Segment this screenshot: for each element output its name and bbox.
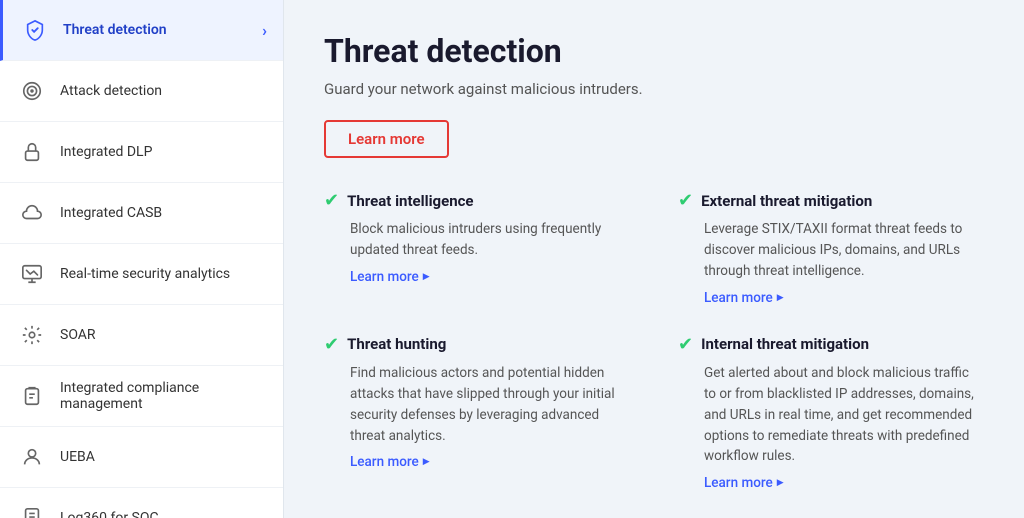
target-icon bbox=[16, 75, 48, 107]
feature-threat-intelligence: ✔ Threat intelligence Block malicious in… bbox=[324, 190, 630, 306]
sidebar-item-label: Attack detection bbox=[60, 83, 267, 99]
main-content: Threat detection Guard your network agai… bbox=[284, 0, 1024, 518]
sidebar-item-integrated-casb[interactable]: Integrated CASB bbox=[0, 183, 283, 244]
sidebar-item-label: Integrated compliance management bbox=[60, 380, 267, 412]
sidebar-item-label: Integrated DLP bbox=[60, 144, 267, 160]
clipboard-icon bbox=[16, 380, 48, 412]
page-title: Threat detection bbox=[324, 32, 984, 70]
page-subtitle: Guard your network against malicious int… bbox=[324, 80, 984, 98]
sidebar-item-label: UEBA bbox=[60, 449, 267, 465]
feature-title: External threat mitigation bbox=[701, 192, 872, 210]
features-grid: ✔ Threat intelligence Block malicious in… bbox=[324, 190, 984, 491]
sidebar-item-soar[interactable]: SOAR bbox=[0, 305, 283, 366]
feature-learn-more-link[interactable]: Learn more bbox=[678, 290, 984, 306]
sidebar-item-threat-detection[interactable]: Threat detection › bbox=[0, 0, 283, 61]
feature-header: ✔ Threat hunting bbox=[324, 334, 630, 355]
feature-description: Block malicious intruders using frequent… bbox=[324, 219, 630, 261]
check-icon: ✔ bbox=[324, 190, 339, 211]
sidebar-item-label: Threat detection bbox=[63, 22, 250, 38]
feature-title: Threat hunting bbox=[347, 335, 446, 353]
feature-title: Threat intelligence bbox=[347, 192, 473, 210]
sidebar-item-attack-detection[interactable]: Attack detection bbox=[0, 61, 283, 122]
learn-more-button[interactable]: Learn more bbox=[324, 120, 449, 158]
sidebar-item-real-time-analytics[interactable]: Real-time security analytics bbox=[0, 244, 283, 305]
monitor-icon bbox=[16, 258, 48, 290]
sidebar-item-label: SOAR bbox=[60, 327, 267, 343]
feature-learn-more-link[interactable]: Learn more bbox=[678, 475, 984, 491]
feature-threat-hunting: ✔ Threat hunting Find malicious actors a… bbox=[324, 334, 630, 492]
check-icon: ✔ bbox=[678, 190, 693, 211]
feature-header: ✔ External threat mitigation bbox=[678, 190, 984, 211]
feature-description: Find malicious actors and potential hidd… bbox=[324, 363, 630, 447]
sidebar-item-log360-soc[interactable]: Log360 for SOC bbox=[0, 488, 283, 518]
user-icon bbox=[16, 441, 48, 473]
sidebar-item-compliance[interactable]: Integrated compliance management bbox=[0, 366, 283, 427]
gear-icon bbox=[16, 319, 48, 351]
chevron-right-icon: › bbox=[262, 21, 267, 40]
check-icon: ✔ bbox=[324, 334, 339, 355]
check-icon: ✔ bbox=[678, 334, 693, 355]
feature-internal-threat: ✔ Internal threat mitigation Get alerted… bbox=[678, 334, 984, 492]
shield-icon bbox=[19, 14, 51, 46]
feature-header: ✔ Internal threat mitigation bbox=[678, 334, 984, 355]
lock-icon bbox=[16, 136, 48, 168]
sidebar-item-label: Real-time security analytics bbox=[60, 266, 267, 282]
document-icon bbox=[16, 502, 48, 518]
sidebar: Threat detection › Attack detection Inte… bbox=[0, 0, 284, 518]
sidebar-item-integrated-dlp[interactable]: Integrated DLP bbox=[0, 122, 283, 183]
feature-title: Internal threat mitigation bbox=[701, 335, 869, 353]
feature-description: Get alerted about and block malicious tr… bbox=[678, 363, 984, 468]
feature-description: Leverage STIX/TAXII format threat feeds … bbox=[678, 219, 984, 282]
cloud-icon bbox=[16, 197, 48, 229]
feature-external-threat: ✔ External threat mitigation Leverage ST… bbox=[678, 190, 984, 306]
feature-header: ✔ Threat intelligence bbox=[324, 190, 630, 211]
sidebar-item-label: Integrated CASB bbox=[60, 205, 267, 221]
sidebar-item-label: Log360 for SOC bbox=[60, 510, 267, 518]
sidebar-item-ueba[interactable]: UEBA bbox=[0, 427, 283, 488]
feature-learn-more-link[interactable]: Learn more bbox=[324, 454, 630, 470]
feature-learn-more-link[interactable]: Learn more bbox=[324, 269, 630, 285]
